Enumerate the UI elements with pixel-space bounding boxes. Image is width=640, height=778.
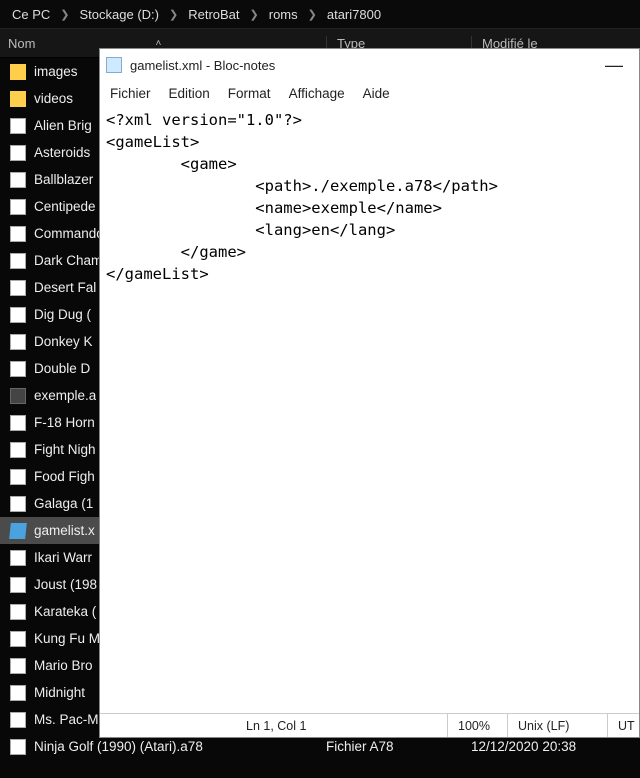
notepad-text-area[interactable]: <?xml version="1.0"?> <gameList> <game> … (100, 105, 639, 713)
file-name: Ninja Golf (1990) (Atari).a78 (34, 739, 203, 754)
file-name: Centipede (34, 199, 96, 214)
file-icon (10, 469, 26, 485)
status-cursor-position: Ln 1, Col 1 (100, 714, 447, 737)
file-name: Mario Bro (34, 658, 93, 673)
file-icon (10, 361, 26, 377)
menu-aide[interactable]: Aide (363, 86, 390, 101)
chevron-right-icon: ❯ (54, 8, 75, 21)
file-icon (10, 199, 26, 215)
file-name: Karateka ( (34, 604, 96, 619)
file-icon (10, 604, 26, 620)
folder-icon (10, 64, 26, 80)
file-icon (10, 577, 26, 593)
file-icon (10, 550, 26, 566)
minimize-button[interactable]: — (595, 55, 633, 76)
chevron-right-icon: ❯ (244, 8, 265, 21)
file-name: Midnight (34, 685, 85, 700)
file-icon (10, 712, 26, 728)
file-icon (10, 631, 26, 647)
file-name: Fight Nigh (34, 442, 96, 457)
breadcrumb: Ce PC ❯ Stockage (D:) ❯ RetroBat ❯ roms … (0, 0, 640, 28)
sort-arrow-icon: ˄ (155, 38, 161, 49)
chevron-right-icon: ❯ (302, 8, 323, 21)
file-name: images (34, 64, 78, 79)
file-type: Fichier A78 (326, 739, 471, 754)
status-encoding: UT (607, 714, 639, 737)
file-name: Double D (34, 361, 90, 376)
file-name: Alien Brig (34, 118, 92, 133)
file-name: Donkey K (34, 334, 93, 349)
folder-icon (10, 91, 26, 107)
file-icon (10, 307, 26, 323)
menu-format[interactable]: Format (228, 86, 271, 101)
notepad-menu: Fichier Edition Format Affichage Aide (100, 81, 639, 105)
gamelist-icon (9, 523, 27, 539)
crumb-1[interactable]: Stockage (D:) (76, 7, 163, 22)
file-modified: 12/12/2020 20:38 (471, 739, 576, 754)
file-name: Ballblazer (34, 172, 93, 187)
menu-affichage[interactable]: Affichage (289, 86, 345, 101)
file-name: Commando (34, 226, 104, 241)
file-icon (10, 118, 26, 134)
notepad-icon (106, 57, 122, 73)
menu-fichier[interactable]: Fichier (110, 86, 151, 101)
notepad-titlebar[interactable]: gamelist.xml - Bloc-notes — (100, 49, 639, 81)
file-name: Food Figh (34, 469, 95, 484)
file-icon (10, 496, 26, 512)
file-name: Desert Fal (34, 280, 96, 295)
status-zoom: 100% (447, 714, 507, 737)
notepad-window: gamelist.xml - Bloc-notes — Fichier Edit… (99, 48, 640, 738)
crumb-3[interactable]: roms (265, 7, 302, 22)
file-icon (10, 226, 26, 242)
file-icon (10, 685, 26, 701)
file-name: Dark Cham (34, 253, 102, 268)
crumb-2[interactable]: RetroBat (184, 7, 243, 22)
file-icon (10, 658, 26, 674)
file-icon (10, 334, 26, 350)
file-name: Joust (198 (34, 577, 97, 592)
file-name: Kung Fu M (34, 631, 100, 646)
file-name: Dig Dug ( (34, 307, 91, 322)
file-name: Ikari Warr (34, 550, 92, 565)
notepad-title: gamelist.xml - Bloc-notes (130, 58, 595, 73)
file-name: Ms. Pac-M (34, 712, 99, 727)
file-icon (10, 415, 26, 431)
file-icon (10, 442, 26, 458)
file-name: exemple.a (34, 388, 96, 403)
notepad-statusbar: Ln 1, Col 1 100% Unix (LF) UT (100, 713, 639, 737)
file-icon (10, 172, 26, 188)
file-icon (10, 739, 26, 755)
file-name: Asteroids (34, 145, 90, 160)
file-name: videos (34, 91, 73, 106)
header-name-label: Nom (8, 36, 35, 51)
file-name: F-18 Horn (34, 415, 95, 430)
crumb-4[interactable]: atari7800 (323, 7, 385, 22)
file-icon (10, 280, 26, 296)
menu-edition[interactable]: Edition (169, 86, 210, 101)
file-name: gamelist.x (34, 523, 95, 538)
file-icon (10, 145, 26, 161)
file-name: Galaga (1 (34, 496, 93, 511)
chevron-right-icon: ❯ (163, 8, 184, 21)
file-icon (10, 253, 26, 269)
crumb-0[interactable]: Ce PC (8, 7, 54, 22)
status-line-ending: Unix (LF) (507, 714, 607, 737)
file-dark-icon (10, 388, 26, 404)
